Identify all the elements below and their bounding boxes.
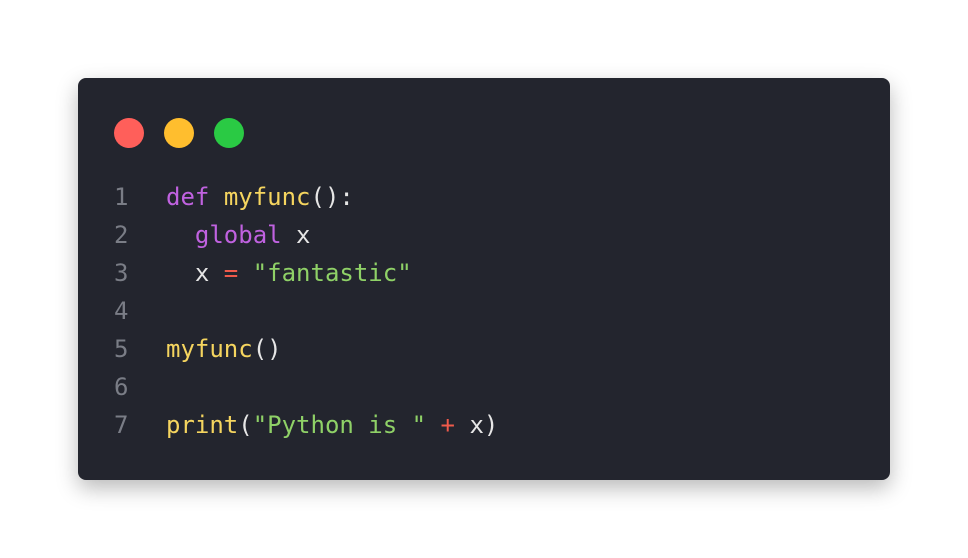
- indent-token: [166, 216, 195, 254]
- line-number: 1: [114, 183, 129, 211]
- close-dot-icon[interactable]: [114, 118, 144, 148]
- code-line: 1 def myfunc ():: [114, 178, 498, 216]
- code-line: 3 x = "fantastic": [114, 254, 498, 292]
- line-number: 7: [114, 411, 129, 439]
- string-token: "fantastic": [252, 259, 412, 287]
- code-line: 6: [114, 368, 498, 406]
- identifier-token: x: [281, 221, 311, 249]
- string-token: "Python is ": [252, 411, 427, 439]
- code-window: 1 def myfunc (): 2 global x 3 x = "fantas…: [78, 78, 890, 480]
- line-number: 2: [114, 221, 129, 249]
- punctuation-token: (: [238, 411, 253, 439]
- maximize-dot-icon[interactable]: [214, 118, 244, 148]
- code-line: 5 myfunc(): [114, 330, 498, 368]
- line-number: 6: [114, 373, 129, 401]
- function-token: print: [166, 411, 239, 439]
- punctuation-token: (): [252, 335, 282, 363]
- keyword-token: def: [166, 183, 210, 211]
- code-line: 4: [114, 292, 498, 330]
- operator-token: =: [223, 259, 239, 287]
- operator-token: +: [440, 411, 455, 439]
- identifier-token: x: [166, 259, 224, 287]
- function-token: myfunc: [166, 335, 253, 363]
- line-number: 5: [114, 335, 129, 363]
- keyword-token: global: [194, 221, 282, 249]
- minimize-dot-icon[interactable]: [164, 118, 194, 148]
- line-number: 3: [114, 259, 129, 287]
- code-block: 1 def myfunc (): 2 global x 3 x = "fantas…: [114, 178, 498, 444]
- code-line: 2 global x: [114, 216, 498, 254]
- punctuation-token: ():: [310, 183, 354, 211]
- function-token: myfunc: [223, 183, 311, 211]
- code-line: 7 print("Python is " + x): [114, 406, 498, 444]
- window-controls: [114, 118, 244, 148]
- line-number: 4: [114, 297, 129, 325]
- identifier-token: x): [455, 411, 499, 439]
